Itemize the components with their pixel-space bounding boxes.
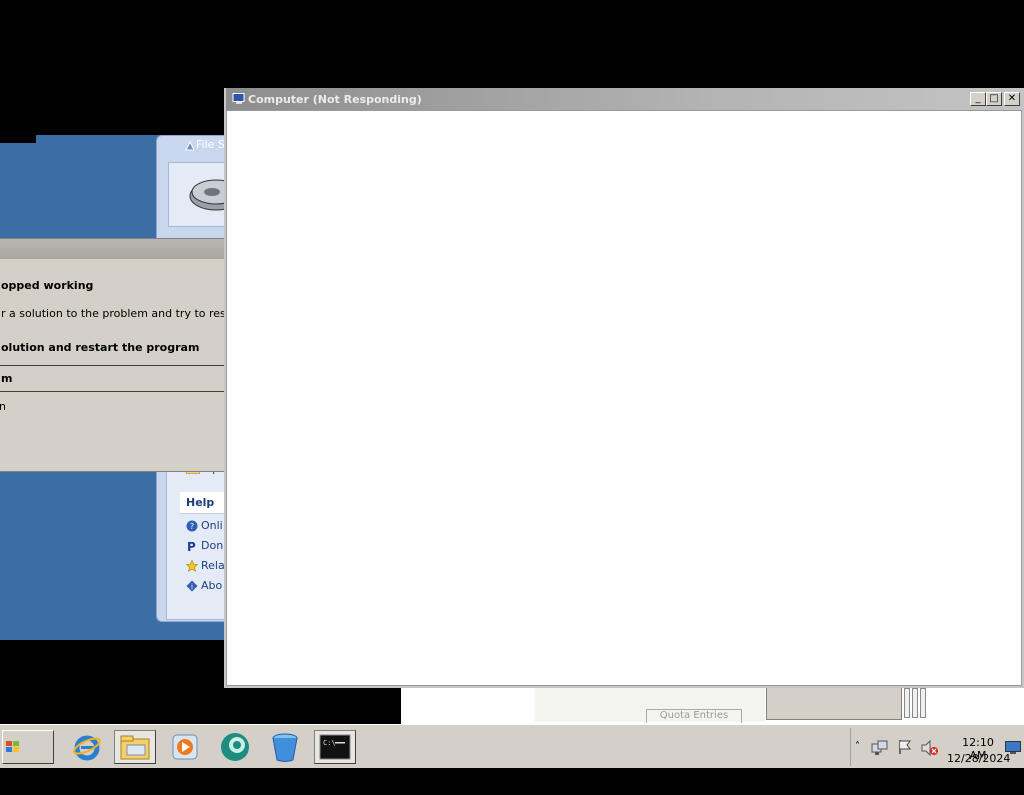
file-panel-icon (184, 140, 196, 152)
maximize-button[interactable]: □ (986, 92, 1002, 106)
star-icon (186, 559, 199, 572)
command-prompt-icon[interactable]: C:\ (314, 730, 356, 764)
svg-text:P: P (187, 540, 196, 552)
disk-icon (186, 172, 243, 220)
help-item-label: Onli (201, 519, 223, 532)
action-center-flag-icon[interactable] (897, 739, 913, 758)
svg-text:C:\: C:\ (323, 739, 336, 747)
show-desktop-icon[interactable] (1005, 741, 1021, 758)
minimize-button[interactable]: _ (970, 92, 986, 106)
network-icon[interactable] (871, 740, 889, 759)
background-window-notch (0, 135, 36, 143)
help-icon: ? (186, 520, 198, 532)
help-item-about[interactable]: i Abo (186, 579, 226, 597)
computer-window-title: Computer (Not Responding) (248, 93, 422, 106)
start-label: Start (5, 772, 40, 786)
close-button[interactable]: ✕ (1004, 92, 1020, 106)
recycle-bucket-icon[interactable] (264, 730, 306, 764)
computer-icon (232, 93, 246, 105)
file-explorer-icon[interactable] (114, 730, 156, 764)
media-player-icon[interactable] (164, 730, 206, 764)
help-section-title: Help (186, 496, 215, 509)
computer-window-titlebar[interactable]: Computer (Not Responding) _ □ ✕ (226, 88, 1024, 110)
computer-window-content (226, 110, 1022, 686)
internet-explorer-icon[interactable] (66, 730, 108, 764)
quota-entries-button[interactable]: Quota Entries (646, 709, 742, 723)
system-tray: ˄ 12:10 AM 12/28/2024 (850, 728, 1024, 766)
background-window-edge (904, 688, 910, 718)
info-icon: i (186, 580, 198, 592)
help-item-online[interactable]: ? Onli (186, 519, 226, 537)
file-panel-title: File S (196, 138, 225, 151)
svg-text:?: ? (190, 522, 194, 531)
taskbar: Start C:\ ˄ 12:10 AM 12/28/2024 (0, 724, 1024, 786)
check-online-option[interactable]: olution and restart the program (1, 341, 199, 354)
paypal-icon: P (187, 540, 196, 554)
clock-date[interactable]: 12/28/2024 (947, 752, 1010, 765)
show-hidden-icons-icon[interactable]: ˄ (855, 741, 860, 752)
app-icon[interactable] (214, 730, 256, 764)
close-program-option-label: m (1, 372, 13, 385)
help-item-label: Abo (201, 579, 223, 592)
help-item-label: Rela (201, 559, 225, 572)
svg-text:i: i (191, 583, 193, 591)
background-dialog-box (766, 688, 902, 720)
background-window-edge (912, 688, 918, 718)
help-item-donate[interactable]: P Don (186, 539, 226, 557)
help-item-label: Don (201, 539, 224, 552)
volume-muted-icon[interactable] (921, 739, 939, 759)
windows-logo-icon (6, 741, 19, 752)
error-dialog-heading: opped working (1, 279, 94, 292)
start-button[interactable]: Start (2, 730, 54, 786)
background-window-edge (920, 688, 926, 718)
computer-window: Computer (Not Responding) _ □ ✕ (224, 88, 1024, 688)
debug-program-option[interactable]: n (0, 400, 5, 414)
help-item-related[interactable]: Rela (186, 559, 226, 577)
